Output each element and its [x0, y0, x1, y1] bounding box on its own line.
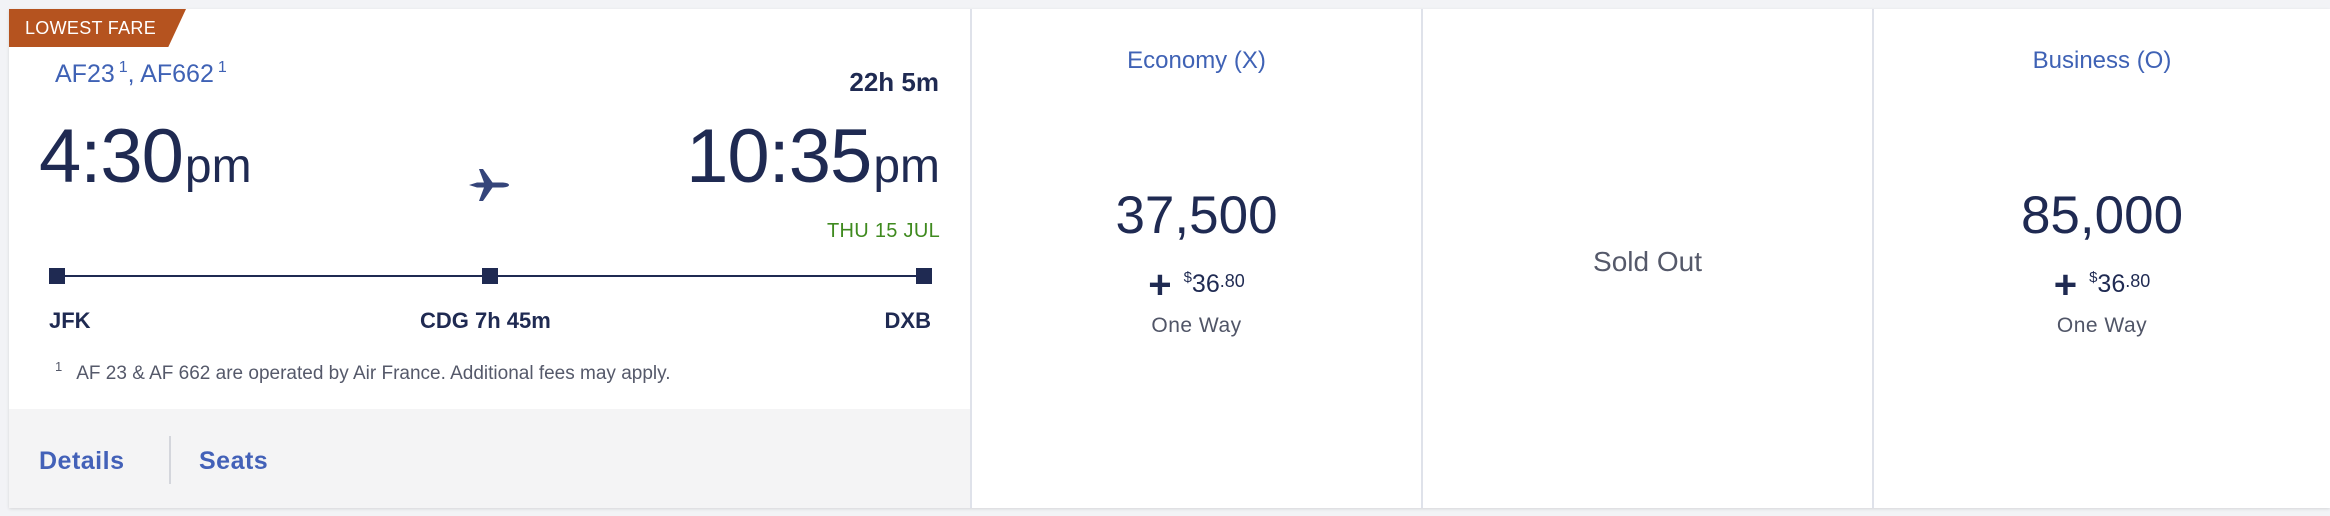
actions-divider — [169, 436, 171, 484]
layover-airport-info: CDG 7h 45m — [420, 308, 551, 333]
miles-price: 37,500 — [1115, 186, 1278, 245]
origin-stop-marker — [49, 268, 65, 284]
lowest-fare-badge: LOWEST FARE — [9, 9, 186, 47]
departure-time-value: 4:30 — [39, 114, 184, 199]
fee-amount: + $36.80 — [972, 263, 1421, 308]
trip-duration: 22h 5m — [849, 67, 939, 97]
footnote-marker: 1 — [55, 359, 63, 374]
flight-actions-bar: Details Seats — [9, 409, 970, 508]
fare-option-economy[interactable]: Economy (X) 37,500 + $36.80 One Way — [970, 9, 1421, 508]
destination-stop-marker — [916, 268, 932, 284]
arrival-ampm: pm — [873, 140, 940, 193]
fee-dollars: 36 — [2097, 270, 2126, 298]
flight-info-panel: LOWEST FARE AF23 1, AF662 1 22h 5m 4:30pm … — [9, 9, 970, 508]
layover-stop-marker — [482, 268, 498, 284]
details-link[interactable]: Details — [39, 447, 124, 476]
arrival-time-value: 10:35 — [686, 114, 872, 199]
footnote-ref: 1 — [118, 59, 128, 76]
plus-icon: + — [1148, 263, 1172, 307]
flight-number-link[interactable]: AF662 — [140, 60, 214, 88]
miles-price: 85,000 — [2020, 186, 2184, 245]
flight-number-separator: , — [127, 60, 135, 88]
fee-cents: .80 — [2125, 271, 2151, 291]
flight-numbers: AF23 1, AF662 1 — [55, 59, 227, 89]
arrival-date: THU 15 JUL — [826, 220, 940, 242]
fee-amount: + $36.80 — [1874, 263, 2330, 308]
operator-footnote: 1 AF 23 & AF 662 are operated by Air Fran… — [55, 359, 671, 385]
footnote-ref: 1 — [217, 59, 227, 76]
arrival-time: 10:35pm — [686, 119, 940, 195]
plus-icon: + — [2053, 263, 2078, 307]
cabin-label: Business (O) — [2032, 47, 2172, 74]
cabin-label: Economy (X) — [1127, 47, 1266, 74]
sold-out-label: Sold Out — [1593, 246, 1702, 277]
currency-symbol: $ — [1183, 269, 1192, 286]
flight-result-card: LOWEST FARE AF23 1, AF662 1 22h 5m 4:30pm … — [9, 9, 2330, 508]
trip-type-label: One Way — [1151, 314, 1242, 337]
destination-airport-code: DXB — [884, 308, 931, 333]
flight-number-link[interactable]: AF23 — [55, 60, 115, 88]
fee-dollars: 36 — [1191, 270, 1220, 298]
origin-airport-code: JFK — [49, 308, 91, 333]
fee-cents: .80 — [1219, 271, 1245, 291]
departure-ampm: pm — [184, 140, 252, 193]
seats-link[interactable]: Seats — [199, 447, 268, 476]
fare-option-business[interactable]: Business (O) 85,000 + $36.80 One Way — [1872, 9, 2330, 508]
fare-option-sold-out: Sold Out — [1421, 9, 1872, 508]
footnote-text: AF 23 & AF 662 are operated by Air Franc… — [76, 363, 671, 384]
trip-type-label: One Way — [2056, 314, 2148, 337]
departure-time: 4:30pm — [39, 119, 252, 195]
airplane-icon — [469, 169, 509, 201]
